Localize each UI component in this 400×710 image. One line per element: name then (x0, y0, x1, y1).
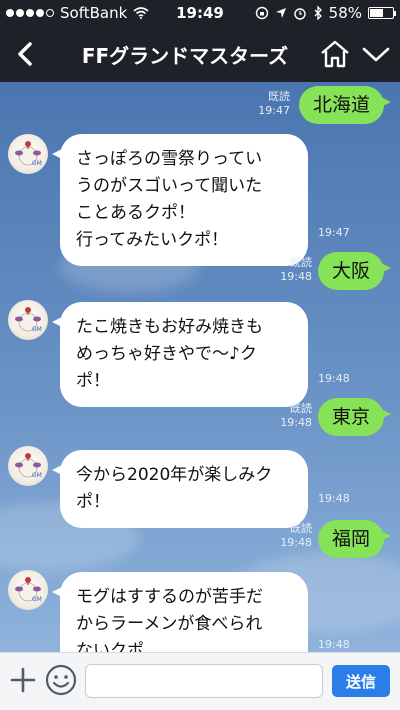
message-time: 19:48 (280, 536, 312, 549)
moogle-avatar-icon: GM (15, 577, 42, 603)
read-receipt: 既読 (290, 256, 312, 269)
svg-text:GM: GM (32, 160, 42, 167)
back-chevron-icon[interactable] (8, 34, 44, 74)
read-receipt: 既読 (290, 402, 312, 415)
location-arrow-icon (275, 8, 286, 18)
message-meta: 既読 19:48 (280, 402, 312, 430)
moogle-avatar-icon: GM (15, 307, 42, 333)
chevron-down-icon[interactable] (360, 42, 392, 66)
home-icon[interactable] (318, 38, 352, 70)
message-time: 19:48 (318, 372, 350, 385)
message-meta: 既読 19:48 (280, 256, 312, 284)
message-input-bar: 送信 (0, 652, 400, 710)
incoming-message-bubble[interactable]: たこ焼きもお好み焼きも めっちゃ好きやで〜♪ク ポ！ (52, 302, 308, 407)
battery-level (370, 9, 383, 17)
emoji-icon[interactable] (44, 663, 78, 697)
status-bar: SoftBank 19:49 58% (0, 0, 400, 26)
message-time: 19:48 (318, 638, 350, 651)
avatar[interactable]: GM (8, 446, 48, 486)
outgoing-message-bubble[interactable]: 大阪 (317, 252, 392, 290)
incoming-message-bubble[interactable]: さっぽろの雪祭りってい うのがスゴいって聞いた ことあるクポ！ 行ってみたいクポ… (52, 134, 308, 266)
incoming-message-bubble[interactable]: モグはすするのが苦手だ からラーメンが食べられ ないクポ… (52, 572, 308, 652)
chat-header: FFグランドマスターズ (0, 26, 400, 82)
chat-area[interactable]: 既読 19:47 北海道 GM さっぽろの雪祭りってい うのがスゴいって聞いた … (0, 82, 400, 652)
message-time: 19:47 (258, 104, 290, 117)
alarm-icon (293, 8, 306, 20)
send-button[interactable]: 送信 (332, 665, 390, 697)
avatar[interactable]: GM (8, 300, 48, 340)
svg-text:GM: GM (32, 326, 42, 333)
avatar[interactable]: GM (8, 570, 48, 610)
battery-percent: 58% (328, 4, 362, 22)
outgoing-message-bubble[interactable]: 福岡 (317, 520, 392, 558)
svg-text:GM: GM (32, 472, 42, 479)
message-time: 19:48 (318, 492, 350, 505)
message-time: 19:48 (280, 270, 312, 283)
message-time: 19:47 (318, 226, 350, 239)
svg-text:GM: GM (32, 596, 42, 603)
bluetooth-icon (314, 6, 322, 20)
message-meta: 既読 19:47 (258, 90, 290, 118)
moogle-avatar-icon: GM (15, 453, 42, 479)
rotation-lock-icon (255, 6, 268, 20)
moogle-avatar-icon: GM (15, 141, 42, 167)
chat-title: FFグランドマスターズ (81, 44, 289, 68)
plus-icon[interactable] (8, 665, 38, 695)
incoming-message-bubble[interactable]: 今から2020年が楽しみク ポ！ (52, 450, 308, 528)
message-meta: 既読 19:48 (280, 522, 312, 550)
avatar[interactable]: GM (8, 134, 48, 174)
message-time: 19:48 (280, 416, 312, 429)
outgoing-message-bubble[interactable]: 東京 (317, 398, 392, 436)
read-receipt: 既読 (290, 522, 312, 535)
read-receipt: 既読 (268, 90, 290, 103)
battery-icon (368, 7, 396, 19)
outgoing-message-bubble[interactable]: 北海道 (298, 86, 392, 124)
message-input[interactable] (85, 664, 323, 698)
status-right: 58% (255, 4, 396, 22)
